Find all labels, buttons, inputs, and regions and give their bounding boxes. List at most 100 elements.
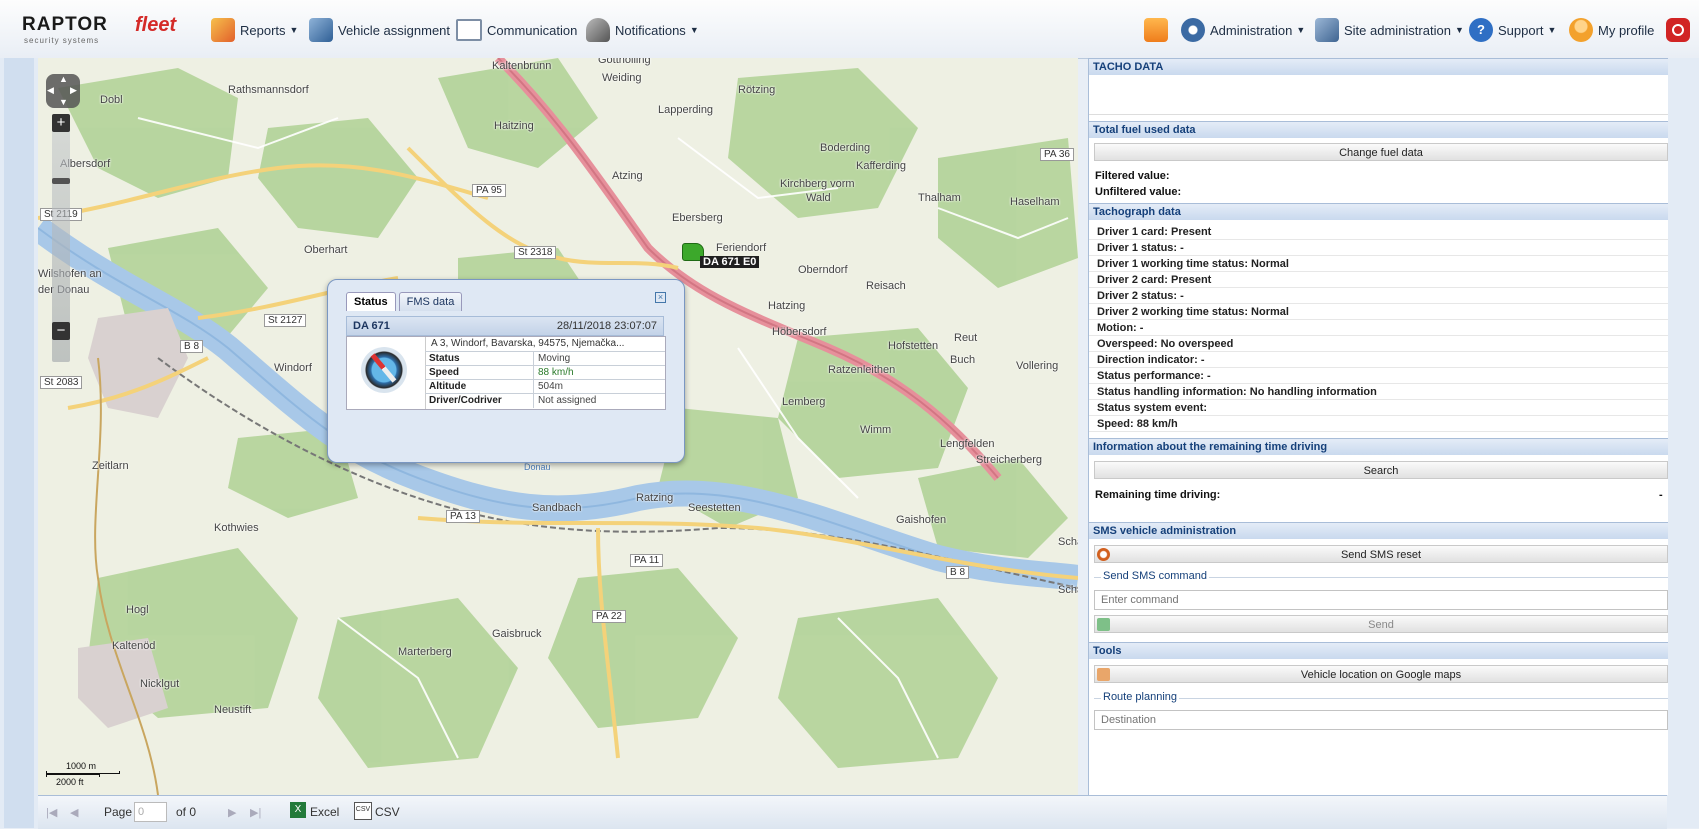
vehicle-label[interactable]: DA 671 E0 <box>700 256 760 268</box>
gear-icon <box>1181 18 1205 42</box>
row-value: Moving <box>533 352 570 366</box>
tachograph-line: Driver 1 card: Present <box>1089 224 1668 240</box>
envelope-icon <box>456 19 482 41</box>
road-shield: St 2127 <box>264 314 307 327</box>
road-shield: PA 11 <box>630 554 664 567</box>
filtered-value-label: Filtered value: <box>1095 170 1170 182</box>
excel-icon[interactable]: X <box>290 802 306 818</box>
tab-status[interactable]: Status <box>346 292 396 311</box>
menu-notifications[interactable]: Notifications ▼ <box>586 16 699 44</box>
map-place-label: Kafferding <box>856 160 906 172</box>
map-place-label: Neustift <box>214 704 252 716</box>
map-place-label: Hatzing <box>768 300 806 312</box>
menu-administration[interactable]: Administration ▼ <box>1181 16 1305 44</box>
menu-communication[interactable]: Communication <box>456 16 577 44</box>
row-value: 504m <box>533 380 563 394</box>
remaining-time-value: - <box>1659 489 1663 501</box>
logout-button[interactable] <box>1666 16 1695 44</box>
send-button[interactable]: Send <box>1094 615 1668 633</box>
pan-down-icon[interactable]: ▼ <box>59 97 68 107</box>
menu-administration-label: Administration <box>1210 22 1293 38</box>
map-place-label: Hogl <box>126 604 149 616</box>
page-number-input[interactable]: 0 <box>134 802 167 822</box>
export-excel-button[interactable]: Excel <box>310 805 339 819</box>
popup-tabs: Status FMS data <box>346 292 465 312</box>
page-label: Page <box>104 805 133 819</box>
last-page-icon[interactable]: ▶| <box>250 806 261 819</box>
export-csv-button[interactable]: CSV <box>375 805 400 819</box>
map-place-label: Seestetten <box>688 502 741 514</box>
next-page-icon[interactable]: ▶ <box>228 806 236 819</box>
lock-button[interactable] <box>1144 16 1173 44</box>
menu-my-profile[interactable]: My profile <box>1569 16 1654 44</box>
menu-reports[interactable]: Reports ▼ <box>211 16 298 44</box>
map-place-label: Kothwies <box>214 522 259 534</box>
help-icon: ? <box>1469 18 1493 42</box>
row-key: Status <box>429 353 460 364</box>
map-place-label: Atzing <box>612 170 643 182</box>
road-shield: PA 36 <box>1040 148 1074 161</box>
road-shield: PA 95 <box>472 184 506 197</box>
send-sms-reset-button[interactable]: Send SMS reset <box>1094 545 1668 563</box>
sms-command-input[interactable] <box>1094 590 1668 610</box>
zoom-in-button[interactable]: + <box>52 114 70 132</box>
first-page-icon[interactable]: |◀ <box>46 806 57 819</box>
row-value: 88 km/h <box>533 366 574 380</box>
map-place-label: Gaisbruck <box>492 628 542 640</box>
map-place-label: Boderding <box>820 142 871 154</box>
tab-fms-data[interactable]: FMS data <box>398 292 463 311</box>
destination-input[interactable] <box>1094 710 1668 730</box>
chevron-down-icon: ▼ <box>689 25 699 35</box>
menu-support[interactable]: ? Support ▼ <box>1469 16 1556 44</box>
map-place-label: Gottholling <box>598 58 651 66</box>
close-icon[interactable]: × <box>655 292 666 303</box>
zoom-out-button[interactable]: − <box>52 322 70 340</box>
map-place-label: Lemberg <box>782 396 826 408</box>
map-pan-control[interactable]: ▲ ▼ ◀ ▶ <box>46 74 80 108</box>
pan-right-icon[interactable]: ▶ <box>70 85 77 96</box>
map-place-label: Gaishofen <box>896 514 947 526</box>
compass-icon <box>347 337 426 409</box>
map-river-label: Donau <box>524 462 551 472</box>
vehicle-details-panel: TACHO DATA Total fuel used data Change f… <box>1088 58 1668 795</box>
reset-icon <box>1097 548 1110 561</box>
map-place-label: Hofstetten <box>888 340 939 352</box>
tachograph-line: Status handling information: No handling… <box>1089 384 1668 400</box>
bell-icon <box>586 18 610 42</box>
zoom-slider-handle[interactable] <box>52 178 70 184</box>
road-shield: PA 13 <box>446 510 480 523</box>
row-key: Speed <box>429 367 460 378</box>
lock-icon <box>1144 18 1168 42</box>
csv-icon[interactable]: CSV <box>354 802 372 820</box>
table-row: Status Moving <box>425 351 665 366</box>
menu-vehicle-assignment-label: Vehicle assignment <box>338 22 451 38</box>
road-shield: B 8 <box>180 340 204 353</box>
map-place-label: Ebersberg <box>672 212 723 224</box>
chevron-down-icon: ▼ <box>289 25 299 35</box>
menu-my-profile-label: My profile <box>1598 22 1655 38</box>
map-place-label: Windorf <box>274 362 312 374</box>
google-maps-button[interactable]: Vehicle location on Google maps <box>1094 665 1668 683</box>
menu-vehicle-assignment[interactable]: Vehicle assignment <box>309 16 450 44</box>
logo-fleet: fleet <box>135 14 177 36</box>
map-place-label: Lapperding <box>658 104 714 116</box>
search-button[interactable]: Search <box>1094 461 1668 479</box>
right-scrollbar[interactable] <box>1667 58 1699 828</box>
pan-left-icon[interactable]: ◀ <box>47 85 54 96</box>
map-icon <box>1097 668 1110 681</box>
change-fuel-data-button[interactable]: Change fuel data <box>1094 143 1668 161</box>
row-value: Not assigned <box>533 394 596 408</box>
map-place-label: Feriendorf <box>716 242 767 254</box>
raptor-fleet-logo[interactable]: RAPTOR fleet security systems <box>22 14 192 45</box>
tachograph-line: Driver 2 status: - <box>1089 288 1668 304</box>
menu-communication-label: Communication <box>487 22 578 38</box>
popup-header: DA 671 28/11/2018 23:07:07 <box>346 316 664 336</box>
map-place-label: Weiding <box>602 72 642 84</box>
tachograph-line: Driver 2 card: Present <box>1089 272 1668 288</box>
scale-imperial: 2000 ft <box>56 777 84 787</box>
chevron-down-icon: ▼ <box>1454 25 1464 35</box>
previous-page-icon[interactable]: ◀ <box>70 806 78 819</box>
remaining-time-label: Remaining time driving: <box>1095 489 1221 501</box>
menu-site-administration[interactable]: Site administration ▼ <box>1315 16 1464 44</box>
pan-up-icon[interactable]: ▲ <box>59 74 68 84</box>
